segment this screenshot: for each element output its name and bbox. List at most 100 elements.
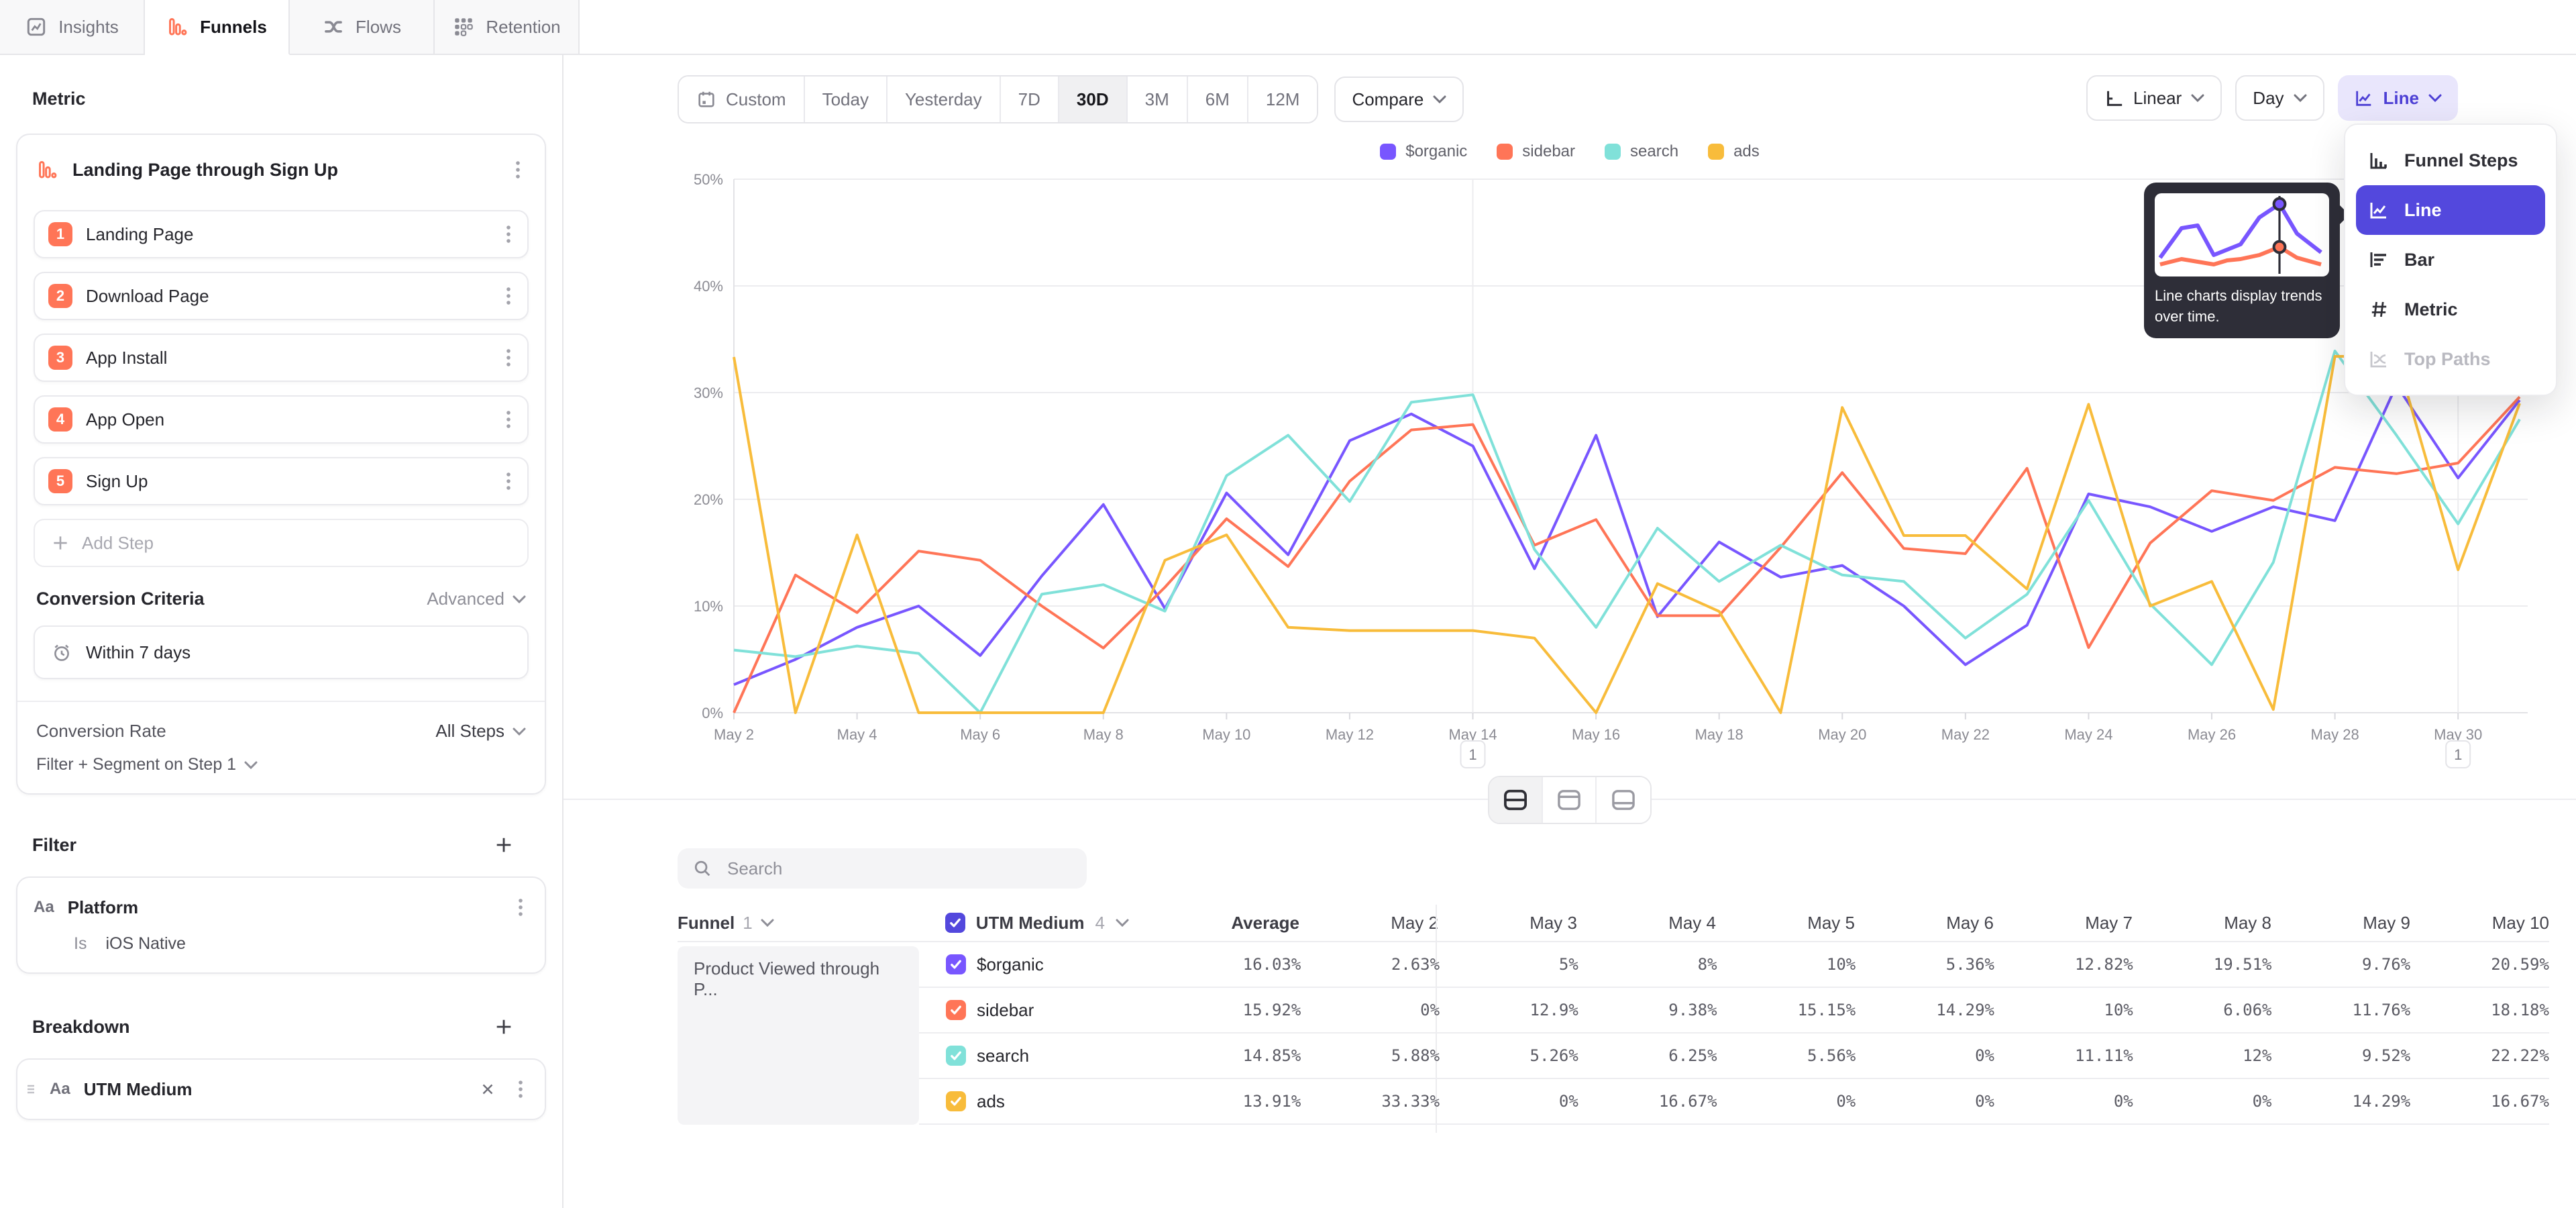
filter-property-row[interactable]: Aa Platform <box>31 889 531 926</box>
tab-retention[interactable]: Retention <box>435 0 580 54</box>
conversion-rate-label: Conversion Rate <box>36 721 166 742</box>
compare-button[interactable]: Compare <box>1334 77 1464 122</box>
annotation-badge[interactable]: 1 <box>1461 741 1485 768</box>
day-value: 12.9% <box>1440 1001 1578 1019</box>
kebab-menu-icon[interactable] <box>513 1076 529 1103</box>
y-axis-label: 10% <box>694 598 723 615</box>
table-row-search[interactable]: search14.85%5.88%5.26%6.25%5.56%0%11.11%… <box>919 1034 2549 1079</box>
string-type-icon: Aa <box>34 898 54 917</box>
menu-item-top-paths: Top Paths <box>2356 334 2545 384</box>
day-column-header[interactable]: May 6 <box>1855 913 1994 934</box>
menu-item-line[interactable]: Line <box>2356 185 2545 235</box>
kebab-menu-icon[interactable] <box>500 406 517 433</box>
day-column-header[interactable]: May 4 <box>1577 913 1716 934</box>
insights-icon <box>25 15 48 38</box>
tab-flows[interactable]: Flows <box>290 0 435 54</box>
range-yesterday[interactable]: Yesterday <box>888 77 1001 122</box>
funnel-step-4[interactable]: 4App Open <box>34 395 529 444</box>
annotation-badge[interactable]: 1 <box>2446 741 2470 768</box>
funnel-step-5[interactable]: 5Sign Up <box>34 457 529 505</box>
funnel-step-1[interactable]: 1Landing Page <box>34 210 529 258</box>
series-line-organic[interactable] <box>734 385 2520 685</box>
remove-breakdown-icon[interactable] <box>479 1080 496 1098</box>
table-row-organic[interactable]: $organic16.03%2.63%5%8%10%5.36%12.82%19.… <box>919 942 2549 988</box>
range-12m[interactable]: 12M <box>1248 77 1318 122</box>
series-checkbox[interactable] <box>946 1091 966 1111</box>
series-checkbox[interactable] <box>946 1000 966 1020</box>
range-today[interactable]: Today <box>805 77 888 122</box>
funnel-name-cell[interactable]: Product Viewed through P... <box>678 946 919 1125</box>
day-column-header[interactable]: May 9 <box>2271 913 2410 934</box>
search-input[interactable] <box>724 857 1072 880</box>
average-column-header[interactable]: Average <box>1152 913 1299 934</box>
kebab-menu-icon[interactable] <box>510 156 526 183</box>
day-column-header[interactable]: May 8 <box>2133 913 2271 934</box>
menu-item-metric[interactable]: Metric <box>2356 285 2545 334</box>
series-checkbox[interactable] <box>946 1046 966 1066</box>
layout-split-view-button[interactable] <box>1489 777 1543 823</box>
day-value: 0% <box>1440 1092 1578 1111</box>
chart-type-menu: Funnel StepsLineBarMetricTop Paths <box>2344 123 2557 396</box>
range-6m[interactable]: 6M <box>1188 77 1248 122</box>
day-column-header[interactable]: May 5 <box>1716 913 1855 934</box>
menu-item-funnel-steps[interactable]: Funnel Steps <box>2356 136 2545 185</box>
breakdown-property-row[interactable]: Aa UTM Medium <box>31 1070 531 1108</box>
day-value: 6.25% <box>1578 1046 1717 1065</box>
range-30d[interactable]: 30D <box>1059 77 1128 122</box>
day-column-header[interactable]: May 3 <box>1438 913 1577 934</box>
table-row-sidebar[interactable]: sidebar15.92%0%12.9%9.38%15.15%14.29%10%… <box>919 988 2549 1034</box>
funnel-step-3[interactable]: 3App Install <box>34 334 529 382</box>
flows-icon <box>322 15 345 38</box>
range-custom[interactable]: Custom <box>679 77 805 122</box>
series-checkbox[interactable] <box>946 954 966 974</box>
breakdown-column-header[interactable]: UTM Medium 4 <box>945 913 1152 934</box>
tab-insights[interactable]: Insights <box>0 0 145 54</box>
tab-label: Funnels <box>200 17 267 38</box>
chart-type-dropdown-button[interactable]: Line <box>2338 75 2458 121</box>
kebab-menu-icon[interactable] <box>513 894 529 921</box>
kebab-menu-icon[interactable] <box>500 221 517 248</box>
series-line-ads[interactable] <box>734 356 2520 713</box>
tab-funnels[interactable]: Funnels <box>145 0 290 55</box>
layout-chart-only-button[interactable] <box>1543 777 1597 823</box>
funnel-column-header[interactable]: Funnel 1 <box>678 913 945 934</box>
conversion-rate-dropdown[interactable]: All Steps <box>435 721 526 742</box>
range-7d[interactable]: 7D <box>1001 77 1059 122</box>
day-value: 0% <box>1856 1092 1994 1111</box>
table-row-ads[interactable]: ads13.91%33.33%0%16.67%0%0%0%0%14.29%16.… <box>919 1079 2549 1125</box>
metric-icon <box>2368 299 2390 320</box>
menu-item-bar[interactable]: Bar <box>2356 235 2545 285</box>
add-breakdown-button[interactable] <box>491 1014 517 1040</box>
kebab-menu-icon[interactable] <box>500 468 517 495</box>
metric-card-header[interactable]: Landing Page through Sign Up <box>34 143 529 197</box>
step-number-badge: 4 <box>48 407 72 432</box>
select-all-checkbox[interactable] <box>945 913 965 933</box>
add-step-button[interactable]: Add Step <box>34 519 529 567</box>
conversion-window-value: Within 7 days <box>86 642 191 663</box>
x-axis-label: May 8 <box>1083 726 1124 743</box>
day-column-header[interactable]: May 7 <box>1994 913 2133 934</box>
drag-handle-icon[interactable] <box>25 1078 36 1100</box>
all-steps-label: All Steps <box>435 721 504 742</box>
funnel-step-2[interactable]: 2Download Page <box>34 272 529 320</box>
series-name: sidebar <box>977 1000 1034 1021</box>
day-value: 11.76% <box>2271 1001 2410 1019</box>
add-filter-button[interactable] <box>491 832 517 858</box>
kebab-menu-icon[interactable] <box>500 344 517 371</box>
series-line-search[interactable] <box>734 351 2520 713</box>
layout-table-only-button[interactable] <box>1597 777 1650 823</box>
conversion-window-row[interactable]: Within 7 days <box>34 625 529 679</box>
kebab-menu-icon[interactable] <box>500 283 517 309</box>
step-number-badge: 1 <box>48 222 72 246</box>
filter-condition-row[interactable]: Is iOS Native <box>31 926 531 962</box>
day-column-header[interactable]: May 10 <box>2410 913 2549 934</box>
table-search[interactable] <box>678 848 1087 889</box>
chevron-down-icon <box>2191 94 2204 102</box>
range-label: Today <box>822 89 869 110</box>
filter-segment-step-dropdown[interactable]: Filter + Segment on Step 1 <box>34 742 529 774</box>
scale-dropdown-button[interactable]: Linear <box>2086 75 2222 121</box>
conversion-criteria-mode-dropdown[interactable]: Advanced <box>427 589 526 609</box>
day-column-header[interactable]: May 2 <box>1299 913 1438 934</box>
range-3m[interactable]: 3M <box>1128 77 1188 122</box>
granularity-dropdown-button[interactable]: Day <box>2235 75 2324 121</box>
